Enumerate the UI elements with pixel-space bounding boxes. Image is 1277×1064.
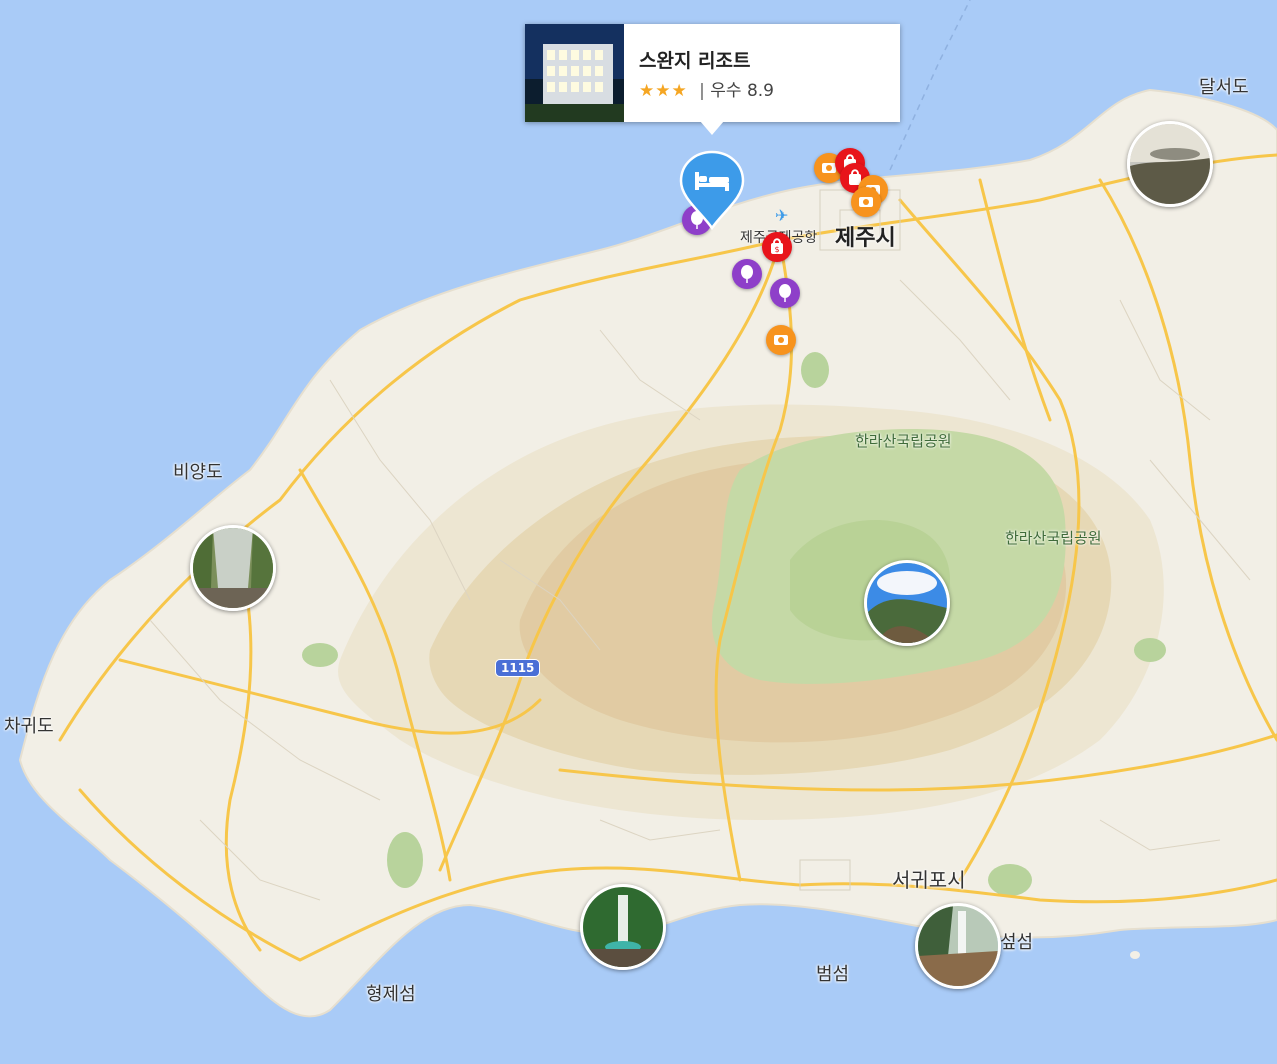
star-rating: ★★★	[639, 81, 688, 101]
camera-icon	[774, 335, 788, 345]
hotel-pin-marker[interactable]	[679, 150, 745, 231]
waterfall-photo-icon	[583, 887, 663, 967]
seopseom-label: 섶섬	[1000, 932, 1034, 953]
seogwipo-label: 서귀포시	[892, 868, 966, 892]
mountain-photo-icon	[867, 563, 947, 643]
waterfall-photo-icon	[918, 906, 998, 986]
hotel-name[interactable]: 스완지 리조트	[639, 46, 751, 73]
photo-marker-waterfall-south[interactable]	[580, 884, 666, 970]
shopping-marker[interactable]: $	[762, 232, 792, 262]
jeju-city-label: 제주시	[835, 226, 896, 251]
balloon-marker[interactable]	[770, 278, 800, 308]
photo-marker-jeongbang[interactable]	[915, 903, 1001, 989]
hotel-thumbnail[interactable]	[525, 24, 624, 122]
hotel-building-photo	[525, 24, 624, 122]
chagwido-label: 차귀도	[4, 716, 54, 737]
hallasan-park-label-east: 한라산국립공원	[1005, 529, 1102, 547]
dalseodo-label: 달서도	[1199, 77, 1249, 98]
camera-marker[interactable]	[851, 187, 881, 217]
hotel-info-popup[interactable]: 스완지 리조트 ★★★ | 우수 8.9	[525, 24, 900, 122]
photo-marker-coast[interactable]	[1127, 121, 1213, 207]
camera-icon	[859, 197, 873, 207]
photo-marker-waterfall-west[interactable]	[190, 525, 276, 611]
hotel-rating: ★★★ | 우수 8.9	[639, 76, 774, 101]
shopping-bag-icon: $	[771, 238, 783, 254]
balloon-icon	[741, 265, 753, 283]
coast-photo-icon	[1130, 124, 1210, 204]
beomseom-label: 범섬	[816, 964, 850, 985]
rating-separator: |	[699, 81, 705, 101]
hyeongjeseom-label: 형제섬	[366, 984, 416, 1005]
rating-score-text: 우수 8.9	[710, 81, 775, 101]
waterfall-photo-icon	[193, 528, 273, 608]
biyangdo-label: 비양도	[173, 462, 223, 483]
route-1115-shield: 1115	[495, 659, 541, 677]
balloon-icon	[779, 284, 791, 302]
svg-text:$: $	[774, 245, 779, 254]
popup-pointer	[700, 121, 724, 135]
photo-marker-hallasan[interactable]	[864, 560, 950, 646]
balloon-marker[interactable]	[732, 259, 762, 289]
camera-marker[interactable]	[766, 325, 796, 355]
hallasan-park-label-north: 한라산국립공원	[855, 432, 952, 450]
airplane-icon: ✈	[775, 206, 789, 225]
